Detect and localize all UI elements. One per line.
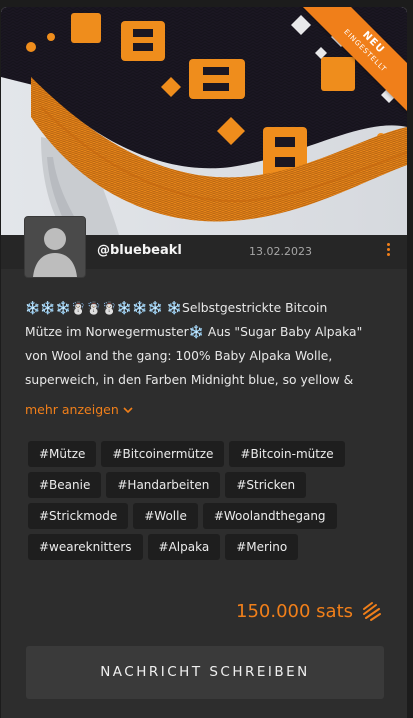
chevron-down-icon (123, 407, 133, 414)
tag[interactable]: #Alpaka (147, 534, 221, 560)
tag[interactable]: #Strickmode (28, 503, 129, 529)
tag[interactable]: #Stricken (225, 472, 307, 498)
send-message-button[interactable]: NACHRICHT SCHREIBEN (26, 646, 384, 699)
listing-card: NEU EINGESTELLT @bluebeakl 13.02.2023 ❄️… (1, 7, 407, 718)
default-avatar-icon (25, 217, 85, 277)
tag[interactable]: #weareknitters (28, 534, 143, 560)
show-more-link[interactable]: mehr anzeigen (25, 402, 133, 417)
username[interactable]: @bluebeakl (97, 243, 182, 258)
product-photo[interactable]: NEU EINGESTELLT (1, 7, 407, 235)
tag[interactable]: #Merino (225, 534, 299, 560)
avatar[interactable] (24, 216, 86, 278)
price-value: 150.000 sats (236, 600, 353, 622)
tag[interactable]: #Wolle (133, 503, 198, 529)
price: 150.000 sats (236, 600, 383, 622)
post-date: 13.02.2023 (249, 245, 312, 258)
description-line: ❄️❄️❄️☃️☃️☃️❄️❄️❄️ ❄️Selbstgestrickte Bi… (25, 301, 328, 315)
sats-icon (363, 602, 381, 621)
description-line: Mütze im Norwegermuster❄️ Aus "Sugar Bab… (25, 325, 363, 339)
tag-list: #Mütze #Bitcoinermütze #Bitcoin-mütze #Bean… (28, 441, 398, 565)
tag[interactable]: #Handarbeiten (106, 472, 221, 498)
description: ❄️❄️❄️☃️☃️☃️❄️❄️❄️ ❄️Selbstgestrickte Bi… (25, 296, 387, 392)
description-line: superweich, in den Farben Midnight blue,… (25, 373, 354, 387)
tag[interactable]: #Bitcoin-mütze (229, 441, 345, 467)
description-line: von Wool and the gang: 100% Baby Alpaka … (25, 349, 333, 363)
kebab-menu-icon[interactable] (383, 242, 393, 262)
tag[interactable]: #Beanie (28, 472, 102, 498)
tag[interactable]: #Woolandthegang (202, 503, 337, 529)
tag[interactable]: #Mütze (28, 441, 97, 467)
show-more-label: mehr anzeigen (25, 402, 119, 417)
tag[interactable]: #Bitcoinermütze (101, 441, 225, 467)
